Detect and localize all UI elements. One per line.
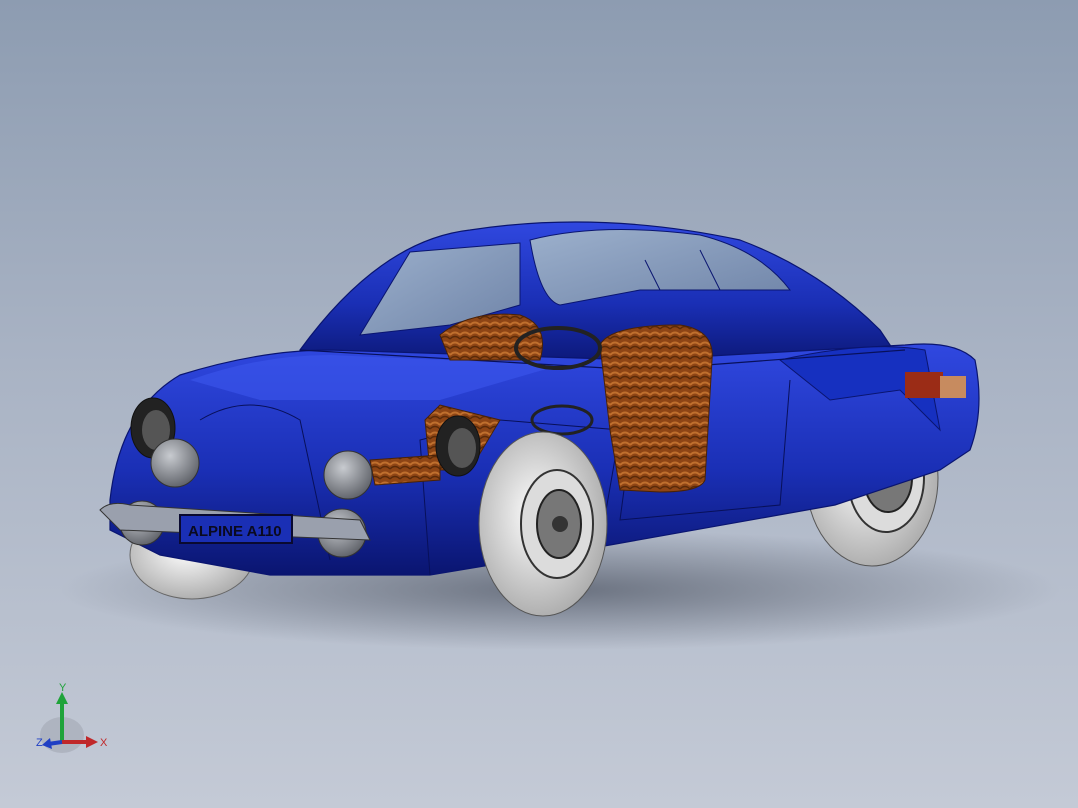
y-axis-label: Y — [59, 682, 67, 694]
z-axis-label: Z — [36, 737, 43, 749]
car-model-scene[interactable]: ALPINE A110 — [0, 0, 1078, 808]
front-right-wheel[interactable] — [478, 431, 608, 617]
graphics-viewport[interactable]: ALPINE A110 Y X Z — [0, 0, 1078, 808]
headlight-right — [435, 415, 481, 477]
license-plate-text: ALPINE A110 — [188, 523, 282, 540]
x-axis-label: X — [100, 737, 108, 749]
axis-triad: Y X Z — [36, 682, 108, 753]
